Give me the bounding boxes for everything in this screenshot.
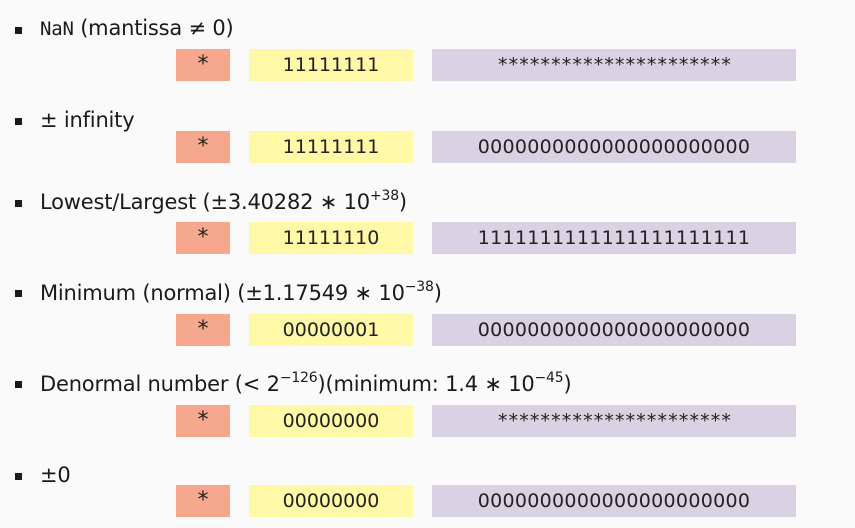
sign-bit-cell: *	[176, 485, 230, 517]
label-tail: )	[433, 281, 442, 305]
bullet-icon	[15, 473, 22, 480]
mantissa-cell: **********************	[432, 405, 796, 437]
sign-bit-cell: *	[176, 314, 230, 346]
sign-bit-cell: *	[176, 49, 230, 81]
label-tail: )	[398, 190, 407, 214]
bullet-icon	[15, 381, 22, 388]
mantissa-cell: 1111111111111111111111	[432, 222, 796, 254]
item-label: Denormal number (< 2−126)(minimum: 1.4 ∗…	[40, 370, 572, 396]
label-text: Denormal number (< 2	[40, 372, 280, 396]
item-label: NaN (mantissa ≠ 0)	[40, 16, 234, 41]
label-tail: )(minimum: 1.4 ∗ 10	[317, 372, 535, 396]
sign-bit-cell: *	[176, 131, 230, 163]
item-label: Minimum (normal) (±1.17549 ∗ 10−38)	[40, 279, 442, 305]
mantissa-cell: **********************	[432, 49, 796, 81]
label-exponent: −38	[404, 279, 434, 295]
item-label: Lowest/Largest (±3.40282 ∗ 10+38)	[40, 188, 407, 214]
item-label: ± infinity	[40, 108, 135, 132]
exponent-cell: 00000000	[249, 405, 413, 437]
item-label: ±0	[40, 463, 71, 487]
label-text: Lowest/Largest (±3.40282 ∗ 10	[40, 190, 370, 214]
bullet-icon	[15, 118, 22, 125]
bullet-icon	[15, 290, 22, 297]
label-tail-2: )	[563, 372, 572, 396]
mantissa-cell: 0000000000000000000000	[432, 485, 796, 517]
label-text: (mantissa ≠ 0)	[73, 16, 234, 40]
exponent-cell: 11111111	[249, 49, 413, 81]
label-text: ±0	[40, 463, 71, 487]
mantissa-cell: 0000000000000000000000	[432, 314, 796, 346]
exponent-cell: 11111111	[249, 131, 413, 163]
mantissa-cell: 0000000000000000000000	[432, 131, 796, 163]
label-exponent-2: −45	[534, 370, 564, 386]
label-exponent: +38	[369, 188, 399, 204]
label-text: ± infinity	[40, 108, 135, 132]
exponent-cell: 11111110	[249, 222, 413, 254]
exponent-cell: 00000001	[249, 314, 413, 346]
exponent-cell: 00000000	[249, 485, 413, 517]
label-text: Minimum (normal) (±1.17549 ∗ 10	[40, 281, 405, 305]
label-exponent: −126	[279, 370, 318, 386]
sign-bit-cell: *	[176, 222, 230, 254]
bullet-icon	[15, 27, 22, 34]
sign-bit-cell: *	[176, 405, 230, 437]
label-code: NaN	[40, 18, 74, 40]
bullet-icon	[15, 200, 22, 207]
